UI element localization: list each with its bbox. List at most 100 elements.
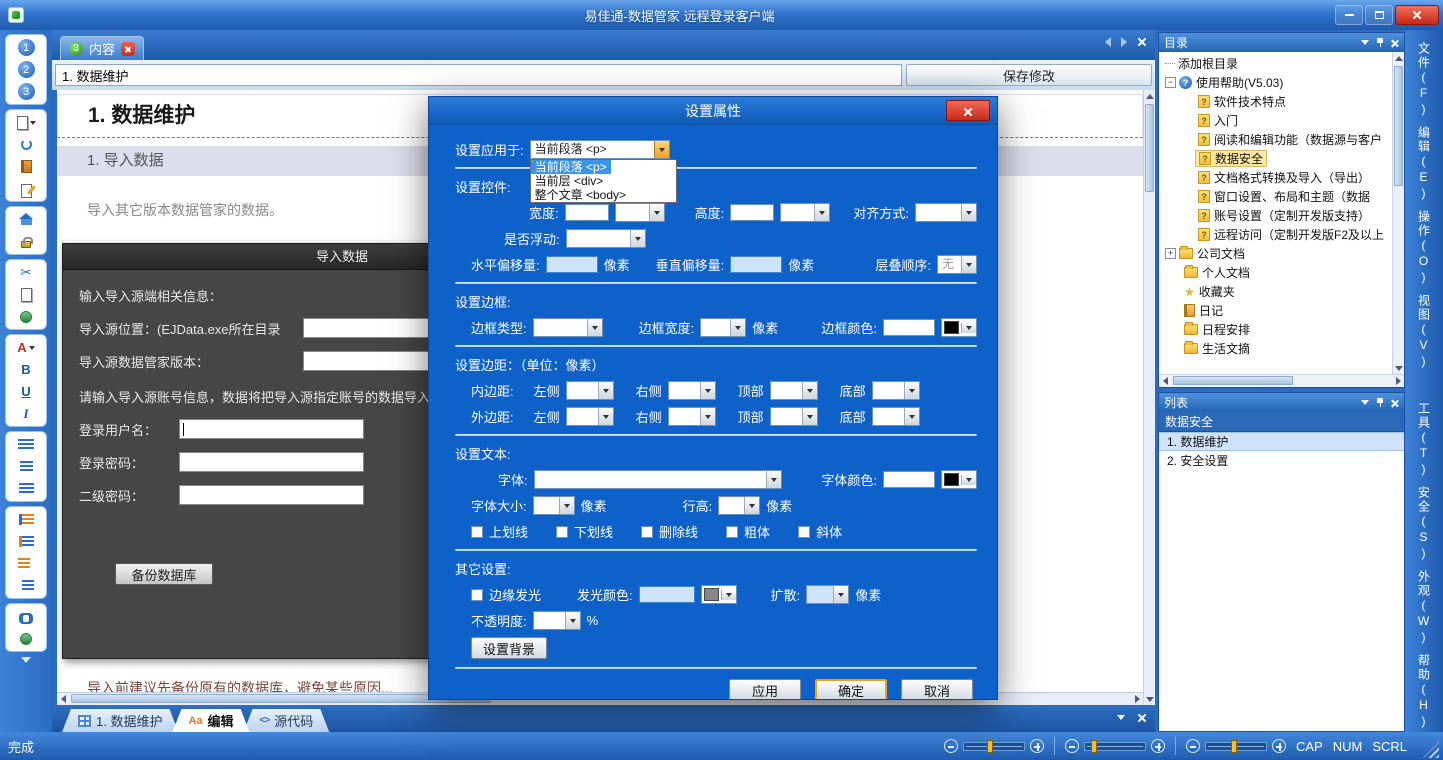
close-button[interactable] bbox=[1395, 5, 1439, 25]
zoom-in-button[interactable] bbox=[1030, 739, 1044, 753]
tree-item-remote-access[interactable]: ?远程访问（定制开发版F2及以上 bbox=[1159, 225, 1404, 244]
underline-button[interactable]: U bbox=[9, 381, 43, 402]
notebook-button[interactable] bbox=[9, 156, 43, 177]
vscroll-thumb[interactable] bbox=[1394, 66, 1403, 186]
edit-doc-button[interactable] bbox=[9, 178, 43, 199]
bottom-tab-data-maintenance[interactable]: 1. 数据维护 bbox=[62, 709, 178, 732]
scroll-left-icon[interactable] bbox=[1159, 375, 1171, 387]
outdent-button[interactable] bbox=[9, 553, 43, 574]
set-background-button[interactable]: 设置背景 bbox=[471, 637, 547, 659]
tree-item-account-settings[interactable]: ?账号设置（定制开发版支持） bbox=[1159, 206, 1404, 225]
document-vscrollbar[interactable] bbox=[1143, 90, 1155, 705]
document-title-input[interactable] bbox=[55, 64, 902, 86]
align-select[interactable] bbox=[915, 203, 977, 222]
dropdown-option-body[interactable]: 整个文章 <body> bbox=[531, 188, 676, 202]
step-2-button[interactable]: 2 bbox=[9, 59, 43, 80]
vtab-operation[interactable]: 操作(O) bbox=[1416, 210, 1433, 286]
dropdown-arrow-icon[interactable] bbox=[730, 319, 745, 336]
scroll-up-icon[interactable] bbox=[1144, 90, 1156, 102]
link-button[interactable] bbox=[9, 606, 43, 627]
zoom-in-button[interactable] bbox=[1272, 739, 1286, 753]
v-offset-input[interactable] bbox=[730, 256, 782, 273]
italic-checkbox[interactable] bbox=[798, 526, 810, 538]
ok-button[interactable]: 确定 bbox=[815, 679, 887, 700]
lock-button[interactable] bbox=[9, 231, 43, 252]
cut-button[interactable]: ✂ bbox=[9, 262, 43, 283]
width-input[interactable] bbox=[565, 204, 609, 221]
hscroll-thumb[interactable] bbox=[1173, 376, 1293, 385]
border-type-select[interactable] bbox=[533, 318, 603, 337]
vtab-view[interactable]: 视图(V) bbox=[1416, 294, 1433, 370]
copy-button[interactable] bbox=[9, 284, 43, 305]
height-unit-select[interactable] bbox=[780, 203, 830, 222]
scroll-right-icon[interactable] bbox=[1392, 375, 1404, 387]
nav-next-icon[interactable] bbox=[1121, 37, 1127, 47]
vtab-appearance[interactable]: 外观(W) bbox=[1416, 570, 1433, 646]
zoom-slider[interactable] bbox=[1084, 742, 1146, 751]
catalog-hscrollbar[interactable] bbox=[1159, 374, 1404, 387]
collapse-icon[interactable]: − bbox=[1165, 77, 1176, 88]
tab-close-button[interactable] bbox=[121, 42, 135, 56]
tree-item-favorites[interactable]: ★收藏夹 bbox=[1159, 282, 1404, 301]
bottom-tab-source[interactable]: <> 源代码 bbox=[244, 709, 330, 732]
cancel-button[interactable]: 取消 bbox=[901, 679, 973, 700]
save-changes-button[interactable]: 保存修改 bbox=[906, 64, 1152, 86]
dropdown-arrow-icon[interactable] bbox=[766, 471, 781, 488]
glow-color-input[interactable] bbox=[639, 586, 695, 603]
catalog-vscrollbar[interactable] bbox=[1392, 52, 1404, 374]
tree-item-data-security[interactable]: ?数据安全 bbox=[1159, 149, 1404, 168]
tabstrip-close-icon[interactable] bbox=[1137, 37, 1147, 47]
bullet-list-button[interactable] bbox=[9, 531, 43, 552]
dropdown-option-div[interactable]: 当前层 <div> bbox=[531, 174, 676, 188]
dropdown-arrow-icon[interactable] bbox=[598, 382, 613, 399]
scroll-left-icon[interactable] bbox=[57, 693, 69, 705]
dropdown-arrow-icon[interactable] bbox=[961, 204, 976, 221]
tree-item-diary[interactable]: 日记 bbox=[1159, 301, 1404, 320]
padding-top-select[interactable] bbox=[770, 381, 818, 400]
align-left-button[interactable] bbox=[9, 434, 43, 455]
margin-left-select[interactable] bbox=[566, 407, 614, 426]
line-height-select[interactable] bbox=[718, 496, 760, 515]
dropdown-arrow-icon[interactable] bbox=[654, 141, 669, 158]
dropdown-arrow-icon[interactable] bbox=[833, 586, 848, 603]
slider-thumb[interactable] bbox=[987, 740, 993, 753]
tree-item-personal-docs[interactable]: 个人文档 bbox=[1159, 263, 1404, 282]
tab-menu-icon[interactable] bbox=[1117, 715, 1125, 720]
spread-stepper[interactable] bbox=[806, 585, 849, 604]
apply-to-select[interactable]: 当前段落 <p> bbox=[530, 140, 670, 159]
scroll-up-icon[interactable] bbox=[1393, 52, 1404, 64]
dropdown-arrow-icon[interactable] bbox=[630, 230, 645, 247]
zoom-out-button[interactable] bbox=[1186, 739, 1200, 753]
dialog-close-button[interactable] bbox=[946, 100, 990, 121]
dropdown-arrow-icon[interactable] bbox=[802, 382, 817, 399]
zoom-out-button[interactable] bbox=[944, 739, 958, 753]
nav-prev-icon[interactable] bbox=[1105, 37, 1111, 47]
panel-close-icon[interactable] bbox=[1391, 399, 1399, 407]
list-item-data-maintenance[interactable]: 1. 数据维护 bbox=[1159, 432, 1404, 451]
zoom-slider[interactable] bbox=[1205, 742, 1267, 751]
indent-button[interactable] bbox=[9, 575, 43, 596]
dropdown-arrow-icon[interactable] bbox=[961, 256, 976, 273]
pin-icon[interactable] bbox=[1376, 398, 1384, 408]
zoom-slider[interactable] bbox=[963, 742, 1025, 751]
dropdown-arrow-icon[interactable] bbox=[904, 408, 919, 425]
float-select[interactable] bbox=[566, 229, 646, 248]
h-offset-input[interactable] bbox=[546, 256, 598, 273]
zoom-out-button[interactable] bbox=[1065, 739, 1079, 753]
new-doc-button[interactable] bbox=[9, 112, 43, 133]
expand-icon[interactable]: + bbox=[1165, 248, 1176, 259]
dropdown-arrow-icon[interactable] bbox=[814, 204, 829, 221]
dropdown-arrow-icon[interactable] bbox=[721, 590, 736, 600]
dropdown-arrow-icon[interactable] bbox=[587, 319, 602, 336]
login-username-input[interactable] bbox=[179, 419, 364, 439]
opacity-select[interactable] bbox=[533, 611, 581, 630]
font-select[interactable] bbox=[534, 470, 782, 489]
height-input[interactable] bbox=[730, 204, 774, 221]
overline-checkbox[interactable] bbox=[471, 526, 483, 538]
margin-right-select[interactable] bbox=[668, 407, 716, 426]
dropdown-arrow-icon[interactable] bbox=[961, 475, 976, 485]
dropdown-arrow-icon[interactable] bbox=[744, 497, 759, 514]
font-size-select[interactable] bbox=[533, 496, 575, 515]
tree-item-add-root[interactable]: 添加根目录 bbox=[1159, 54, 1404, 73]
font-color-button[interactable]: A bbox=[9, 337, 43, 358]
